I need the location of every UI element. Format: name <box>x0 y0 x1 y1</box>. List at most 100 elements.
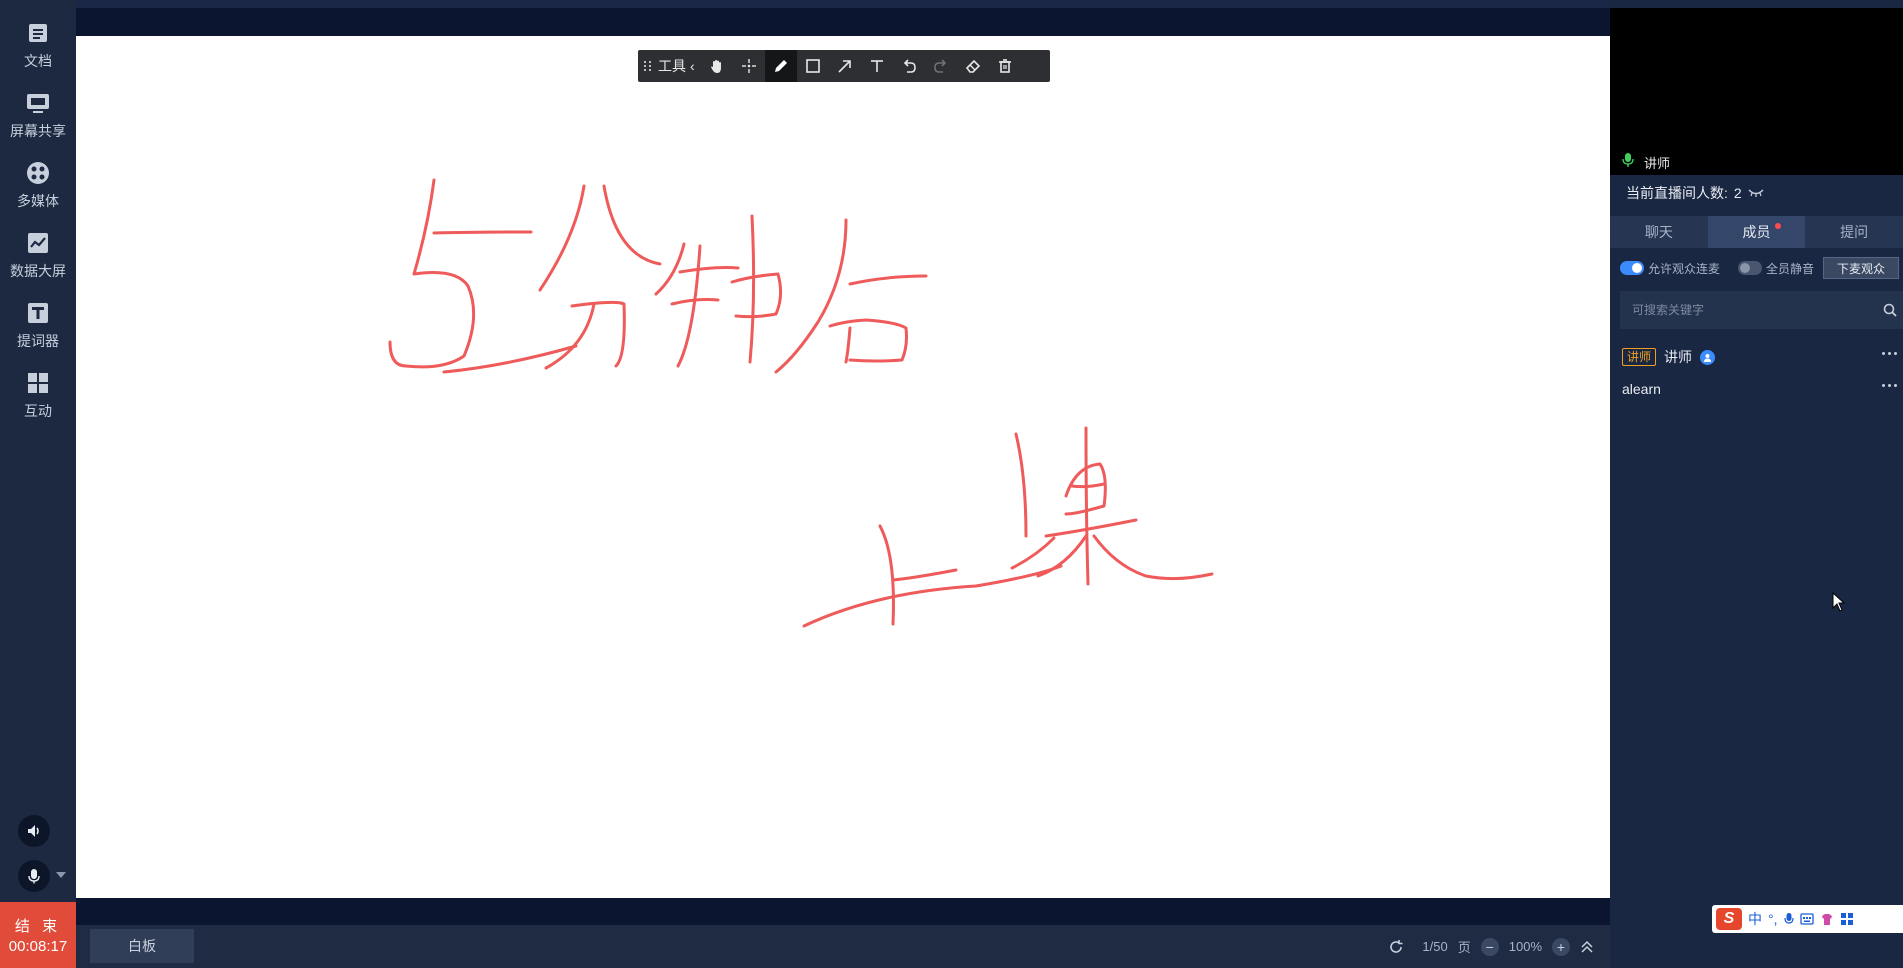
skin-icon[interactable] <box>1820 912 1834 926</box>
member-name: 讲师 <box>1664 349 1693 365</box>
keyboard-icon[interactable] <box>1799 913 1814 925</box>
right-panel: 讲师 当前直播间人数: 2 聊天 成员 提问 允许观众连麦 全员静音 下麦观众 … <box>1610 0 1903 968</box>
whiteboard-toolbar: 工具 ‹ <box>638 50 1050 82</box>
sidebar-item-multimedia[interactable]: 多媒体 <box>0 152 76 218</box>
tab-chat[interactable]: 聊天 <box>1610 216 1708 248</box>
hand-icon <box>710 60 721 73</box>
end-live-button[interactable]: 结 束 00:08:17 <box>0 902 76 968</box>
video-speaker-name: 讲师 <box>1644 156 1671 171</box>
sidebar-item-label: 提词器 <box>17 332 59 349</box>
sidebar-item-document[interactable]: 文档 <box>0 12 76 78</box>
sogou-logo-icon: S <box>1716 908 1742 930</box>
mic-dropdown-caret-icon[interactable] <box>56 872 66 878</box>
stage-bottom-strip <box>76 898 1610 925</box>
zoom-level: 100% <box>1508 939 1542 954</box>
member-name: alearn <box>1622 381 1661 397</box>
sidebar-item-label: 文档 <box>24 52 52 69</box>
eraser-tool-button[interactable] <box>957 50 989 82</box>
sidebar-item-label: 屏幕共享 <box>10 122 66 139</box>
eraser-icon <box>965 59 980 73</box>
pen-tool-button[interactable] <box>764 50 797 82</box>
page-indicator[interactable]: 1/50 <box>1422 939 1447 954</box>
stage-top-bar <box>76 0 1610 36</box>
zoom-in-button[interactable]: + <box>1552 937 1570 956</box>
toolbox-icon[interactable] <box>1840 912 1854 926</box>
panel-tabs: 聊天 成员 提问 <box>1610 216 1903 248</box>
member-row[interactable]: 讲师 讲师 <box>1622 344 1903 370</box>
left-sidebar: 文档 屏幕共享 多媒体 数据大屏 提词器 互动 结 束 00:08:17 <box>0 0 76 968</box>
multimedia-icon <box>25 160 51 186</box>
sidebar-item-teleprompter[interactable]: 提词器 <box>0 292 76 358</box>
viewer-count: 当前直播间人数: 2 <box>1626 183 1764 203</box>
collapse-chevron-icon[interactable]: ‹ <box>690 58 695 74</box>
speaker-button[interactable] <box>18 815 50 847</box>
member-row[interactable]: alearn <box>1622 376 1903 402</box>
drag-handle-icon[interactable] <box>644 59 654 73</box>
trash-icon <box>998 59 1011 73</box>
role-badge: 讲师 <box>1622 348 1657 366</box>
tab-whiteboard[interactable]: 白板 <box>90 929 194 963</box>
punctuation-icon[interactable]: °, <box>1768 911 1778 927</box>
whiteboard-footer: 白板 1/50 页 − 100% + <box>76 925 1610 968</box>
teleprompter-icon <box>25 300 51 326</box>
member-search-input[interactable] <box>1632 303 1862 317</box>
rectangle-tool-button[interactable] <box>797 50 829 82</box>
move-icon <box>741 59 756 73</box>
mute-all-label: 全员静音 <box>1766 261 1815 276</box>
allow-mic-label: 允许观众连麦 <box>1648 261 1721 276</box>
remove-mic-audience-button[interactable]: 下麦观众 <box>1823 257 1899 279</box>
arrow-icon <box>838 60 851 73</box>
redo-button[interactable] <box>925 50 957 82</box>
chevron-up-icon[interactable] <box>1580 940 1594 954</box>
end-label: 结 束 <box>14 918 62 935</box>
whiteboard-canvas[interactable] <box>76 36 1610 898</box>
undo-button[interactable] <box>893 50 925 82</box>
mute-all-toggle[interactable] <box>1738 261 1763 275</box>
host-user-icon <box>1700 349 1716 365</box>
tab-members[interactable]: 成员 <box>1707 216 1806 248</box>
handwriting-strokes <box>388 178 1214 628</box>
ime-mode[interactable]: 中 <box>1748 909 1762 929</box>
input-method-bar[interactable]: S 中 °, <box>1712 905 1903 933</box>
text-tool-button[interactable] <box>861 50 893 82</box>
mouse-cursor-icon <box>1832 592 1846 612</box>
sidebar-item-screen-share[interactable]: 屏幕共享 <box>0 82 76 148</box>
clear-button[interactable] <box>989 50 1021 82</box>
viewer-count-label: 当前直播间人数: <box>1626 185 1728 201</box>
move-tool-button[interactable] <box>733 50 765 82</box>
microphone-icon <box>28 869 40 884</box>
page-controls: 1/50 页 − 100% + <box>1388 925 1610 968</box>
mic-active-icon <box>1622 153 1634 167</box>
member-controls: 允许观众连麦 全员静音 下麦观众 <box>1620 256 1903 280</box>
toolbar-label: 工具 <box>658 58 686 74</box>
microphone-button[interactable] <box>18 860 50 892</box>
viewer-count-value: 2 <box>1733 185 1742 201</box>
sidebar-item-label: 数据大屏 <box>10 262 66 279</box>
hand-tool-button[interactable] <box>701 50 733 82</box>
voice-input-icon[interactable] <box>1783 912 1794 926</box>
eye-closed-icon[interactable] <box>1748 188 1764 198</box>
allow-mic-toggle[interactable] <box>1620 261 1644 275</box>
sidebar-item-label: 互动 <box>24 402 52 419</box>
data-screen-icon <box>25 230 51 256</box>
undo-icon <box>903 59 916 73</box>
tab-label: 成员 <box>1742 224 1771 240</box>
screen-share-icon <box>25 90 51 116</box>
sidebar-item-interaction[interactable]: 互动 <box>0 362 76 428</box>
search-icon[interactable] <box>1883 303 1897 317</box>
more-options-icon[interactable] <box>1882 352 1897 355</box>
refresh-icon[interactable] <box>1388 939 1404 955</box>
arrow-tool-button[interactable] <box>829 50 861 82</box>
tab-questions[interactable]: 提问 <box>1805 216 1903 248</box>
zoom-out-button[interactable]: − <box>1480 937 1499 956</box>
text-icon <box>870 60 883 72</box>
document-icon <box>25 20 51 46</box>
interaction-icon <box>25 370 51 396</box>
speaker-icon <box>28 825 39 837</box>
redo-icon <box>933 59 946 73</box>
notification-dot <box>1775 223 1782 229</box>
more-options-icon[interactable] <box>1882 384 1897 387</box>
pen-icon <box>774 60 787 72</box>
sidebar-item-data-screen[interactable]: 数据大屏 <box>0 222 76 288</box>
tab-label: 提问 <box>1840 224 1869 240</box>
